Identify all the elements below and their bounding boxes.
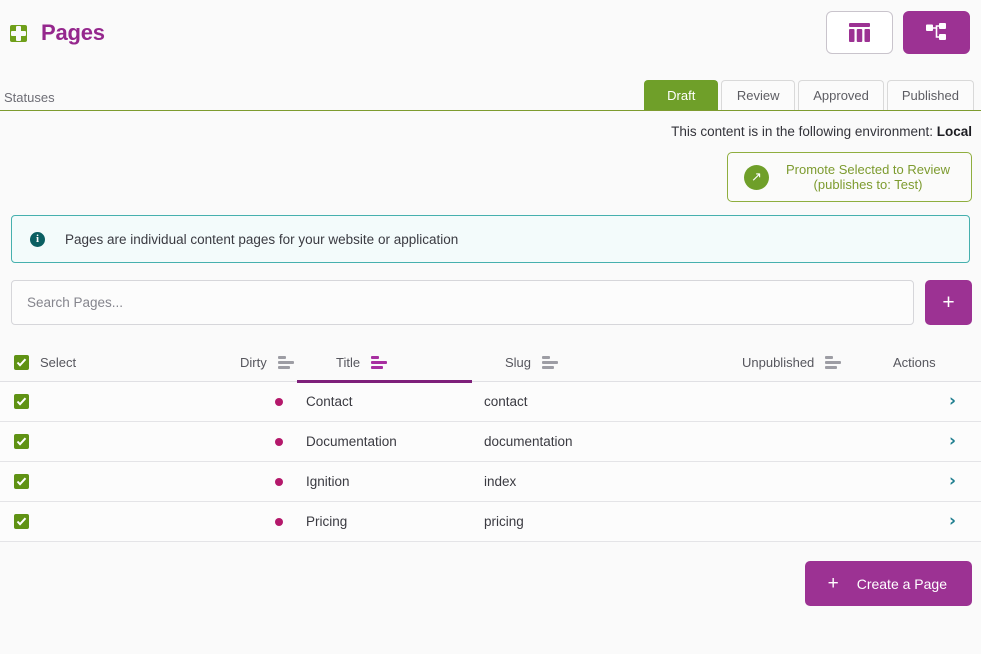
dirty-dot-icon [275,517,283,526]
info-banner: i Pages are individual content pages for… [11,215,970,263]
row-title-cell: Contact [306,394,353,409]
sort-icon-dirty[interactable] [277,356,294,369]
puzzle-piece-icon [10,24,27,42]
pages-table: Select Dirty Title Slug Unpublished Acti… [0,344,981,542]
environment-zone: This content is in the following environ… [0,111,981,215]
column-header-slug[interactable]: Slug [472,355,697,381]
table-footer: + Create a Page [0,542,981,606]
row-slug-cell: pricing [484,514,524,529]
table-row[interactable]: Ignition index › [0,462,981,502]
promote-selected-button[interactable]: ↗ Promote Selected to Review (publishes … [726,152,972,202]
add-page-button[interactable]: + [925,280,972,325]
table-body: Contact contact › Documentation document… [0,382,981,542]
row-dirty-cell [185,477,297,486]
promote-label-line1: Promote Selected to Review [785,162,950,177]
sort-icon-slug[interactable] [542,356,559,369]
row-checkbox[interactable] [14,394,29,409]
dirty-dot-icon [275,397,283,406]
table-row[interactable]: Contact contact › [0,382,981,422]
select-all-checkbox[interactable] [14,355,29,370]
chevron-right-icon[interactable]: › [949,393,956,410]
row-checkbox[interactable] [14,434,29,449]
environment-line: This content is in the following environ… [0,124,981,139]
column-header-select-label: Select [40,355,77,370]
plus-icon: + [827,573,839,594]
column-header-dirty-label: Dirty [240,355,267,370]
info-banner-text: Pages are individual content pages for y… [65,231,459,247]
column-header-slug-label: Slug [505,355,532,370]
row-title-cell: Ignition [306,474,350,489]
row-actions-cell: › [863,393,981,410]
row-select-cell [0,474,185,489]
app-header: Pages [0,0,981,66]
tree-view-toggle[interactable] [903,11,970,54]
row-checkbox[interactable] [14,474,29,489]
arrow-up-right-icon: ↗ [743,164,769,190]
view-toggle-group [826,11,970,54]
promote-label-line2: (publishes to: Test) [813,177,923,192]
dirty-dot-icon [275,477,283,486]
status-tab-review[interactable]: Review [721,80,796,111]
table-header-row: Select Dirty Title Slug Unpublished Acti… [0,344,981,383]
page-title: Pages [41,20,105,45]
search-input[interactable] [11,280,914,325]
table-columns-icon [849,23,870,42]
create-a-page-button[interactable]: + Create a Page [804,561,972,606]
column-header-select: Select [0,355,185,381]
sort-icon-title[interactable] [371,356,388,369]
table-view-toggle[interactable] [826,11,893,54]
column-header-title-label: Title [336,355,361,370]
row-actions-cell: › [863,513,981,530]
promote-label: Promote Selected to Review (publishes to… [786,162,950,192]
row-actions-cell: › [863,433,981,450]
sitemap-icon [925,23,946,40]
column-header-dirty[interactable]: Dirty [185,355,297,381]
row-slug-cell: documentation [484,434,573,449]
row-slug-cell: contact [484,394,528,409]
status-tabs: Draft Review Approved Published [644,80,974,111]
row-actions-cell: › [863,473,981,490]
column-header-actions: Actions [863,355,981,381]
row-dirty-cell [185,517,297,526]
row-select-cell [0,434,185,449]
row-title-cell: Documentation [306,434,397,449]
info-icon: i [30,231,45,247]
row-slug-cell: index [484,474,517,489]
environment-name: Local [936,124,972,139]
chevron-right-icon[interactable]: › [949,513,956,530]
row-dirty-cell [185,437,297,446]
status-tab-published[interactable]: Published [886,80,974,111]
column-header-unpublished-label: Unpublished [742,355,815,370]
column-header-unpublished[interactable]: Unpublished [697,355,863,381]
search-row: + [0,263,981,325]
row-select-cell [0,514,185,529]
statuses-bar: Statuses Draft Review Approved Published [0,66,981,111]
row-title-cell: Pricing [306,514,348,529]
row-checkbox[interactable] [14,514,29,529]
table-row[interactable]: Pricing pricing › [0,502,981,542]
chevron-right-icon[interactable]: › [949,433,956,450]
promote-wrap: ↗ Promote Selected to Review (publishes … [0,152,981,202]
status-tab-draft[interactable]: Draft [644,80,719,111]
column-header-title[interactable]: Title [297,355,472,383]
statuses-label: Statuses [4,90,55,105]
column-header-actions-label: Actions [893,355,936,370]
environment-prefix: This content is in the following environ… [671,124,933,139]
row-dirty-cell [185,397,297,406]
status-tab-approved[interactable]: Approved [798,80,884,111]
create-a-page-label: Create a Page [856,575,947,592]
sort-icon-unpublished[interactable] [825,356,842,369]
row-select-cell [0,394,185,409]
table-row[interactable]: Documentation documentation › [0,422,981,462]
brand: Pages [10,20,105,46]
dirty-dot-icon [275,437,283,446]
chevron-right-icon[interactable]: › [949,473,956,490]
